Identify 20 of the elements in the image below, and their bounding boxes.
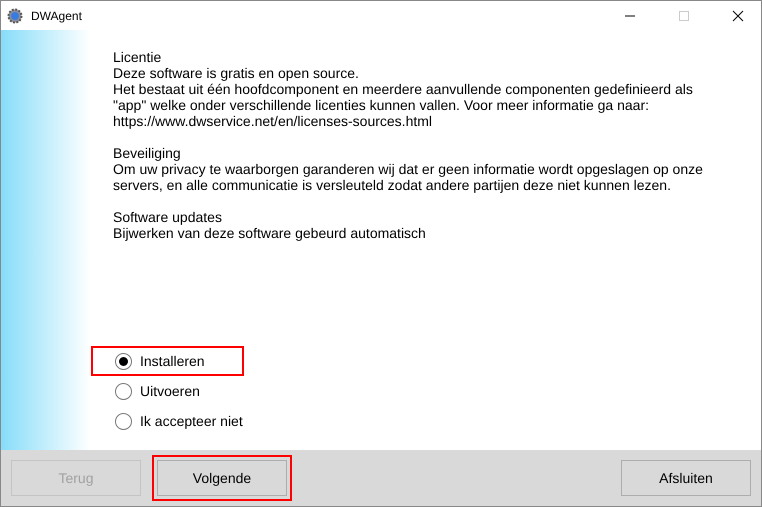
nav-button[interactable]: Volgende	[157, 460, 287, 496]
text-line: Om uw privacy te waarborgen garanderen wij dat er geen informatie wordt opgeslagen op onze	[113, 161, 703, 177]
window-title: DWAgent	[31, 8, 82, 22]
text-line: Licentie	[113, 49, 162, 65]
radio-button[interactable]	[115, 382, 132, 400]
close-button[interactable]: Afsluiten	[621, 460, 751, 496]
text-line: Bijwerken van deze software gebeurd automatisch	[113, 225, 426, 241]
option-label[interactable]: Uitvoeren	[140, 383, 200, 399]
text-line: https://www.dwservice.net/en/licenses-sources.html	[113, 113, 432, 129]
text-line: Beveiliging	[113, 145, 181, 161]
text-line: "app" welke onder verschillende licenties kunnen vallen. Voor meer informatie ga naar:	[113, 97, 650, 113]
text-line: servers, en alle communicatie is versleuteld zodat andere partijen deze niet kunnen lezen.	[113, 177, 671, 193]
text-line: Het bestaat uit één hoofdcomponent en meerdere aanvullende componenten gedefinieerd als	[113, 81, 693, 97]
gear-icon	[7, 8, 23, 24]
option-label[interactable]: Ik accepteer niet	[140, 413, 243, 429]
radio-button[interactable]	[115, 352, 132, 370]
radio-button[interactable]	[115, 412, 132, 430]
text-line: Deze software is gratis en open source.	[113, 65, 359, 81]
close-icon[interactable]	[732, 10, 744, 22]
text-line: Software updates	[113, 209, 222, 225]
